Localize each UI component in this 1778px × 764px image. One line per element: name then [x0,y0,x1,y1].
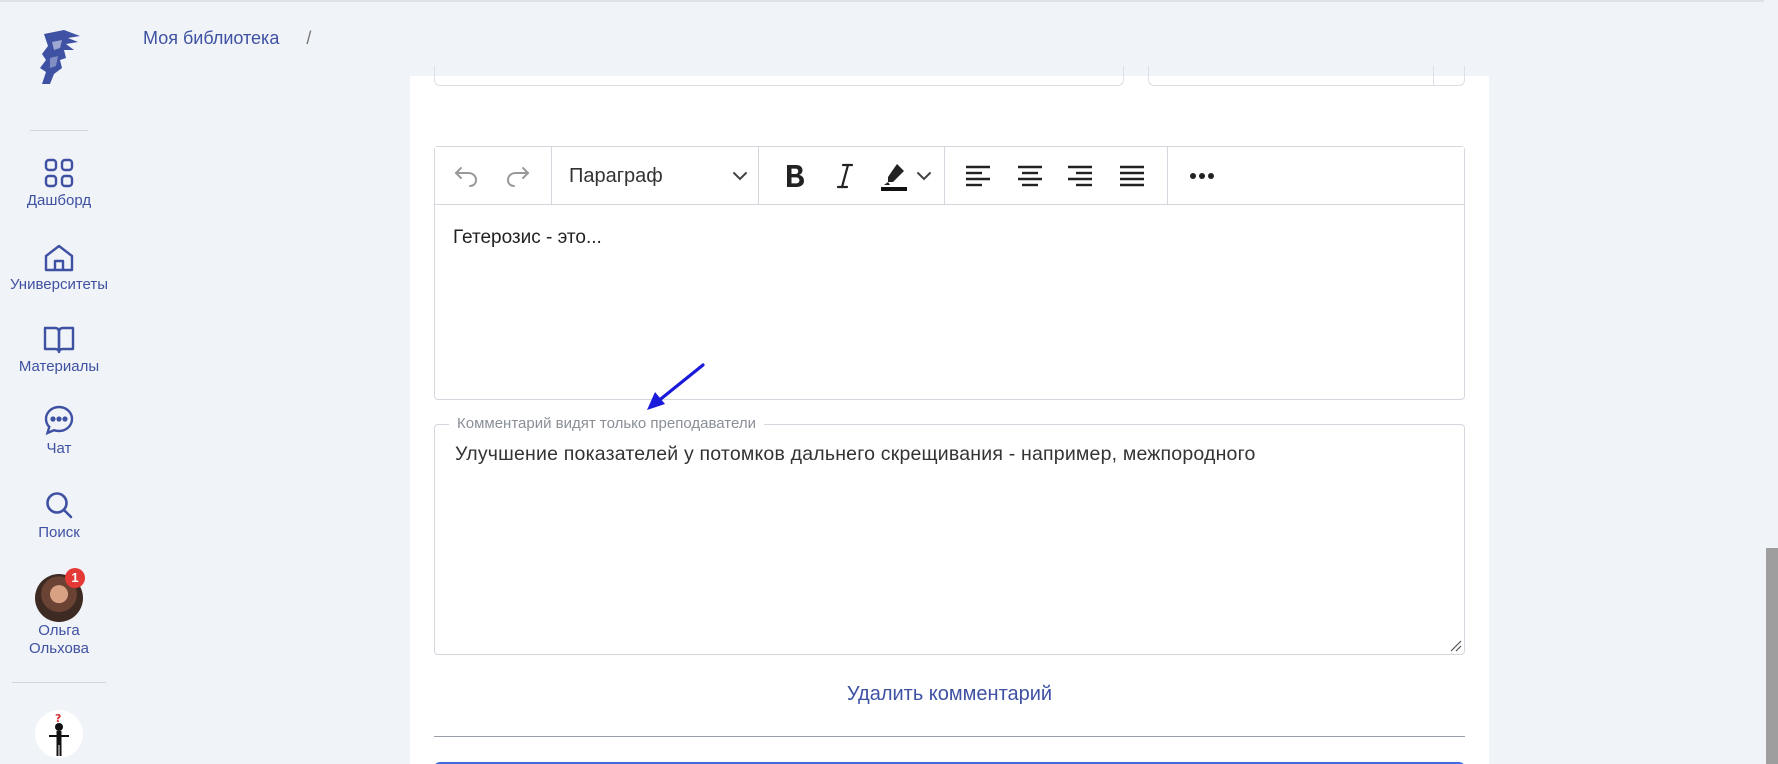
chat-icon [44,405,74,436]
section-divider [434,736,1465,737]
sidebar-item-label: Поиск [38,524,80,541]
breadcrumb: Моя библиотека / [143,28,311,49]
sidebar-item-label: Университеты [9,276,109,293]
toolbar-divider [1167,147,1168,205]
search-icon [46,492,73,519]
align-justify-button[interactable] [1115,159,1149,193]
toolbar-divider [944,147,945,205]
breadcrumb-library-link[interactable]: Моя библиотека [143,28,279,48]
user-first-name: Ольга [38,622,80,639]
toolbar-divider [551,147,552,205]
chevron-down-icon [733,172,747,181]
notification-badge: 1 [65,568,85,588]
align-right-icon [1068,165,1092,187]
sidebar-divider [30,130,88,131]
italic-icon [836,163,854,189]
align-center-icon [1018,165,1042,187]
paragraph-style-select[interactable]: Параграф [569,161,749,191]
comment-legend: Комментарий видят только преподаватели [449,415,764,432]
align-left-button[interactable] [961,159,995,193]
undo-icon [455,167,477,187]
redo-icon [507,167,529,187]
sidebar-item-dashboard[interactable]: Дашборд [0,158,118,209]
scrollbar-thumb[interactable] [1766,548,1778,764]
annotation-arrow-icon [647,363,705,410]
bold-icon [787,165,804,187]
previous-select-bottom [1148,66,1465,86]
sidebar-item-label: Дашборд [26,192,92,209]
more-options-button[interactable] [1185,159,1219,193]
sidebar-item-label: Материалы [18,358,100,375]
delete-comment-button[interactable]: Удалить комментарий [410,683,1489,706]
helper-figure-icon[interactable]: ? [35,710,83,758]
italic-button[interactable] [829,159,861,193]
more-dots-icon [1190,173,1214,179]
user-last-name: Ольхова [29,640,89,657]
sidebar-item-materials[interactable]: Материалы [0,324,118,375]
editor-toolbar: Параграф [435,147,1464,205]
highlighter-icon [881,164,907,191]
sidebar: Дашборд Университеты Материалы Чат Поиск… [0,0,118,764]
user-name[interactable]: Ольга Ольхова [0,622,118,658]
chevron-down-icon [917,172,931,181]
undo-button[interactable] [449,159,483,193]
align-right-button[interactable] [1063,159,1097,193]
align-justify-icon [1120,165,1144,187]
previous-field-bottom [434,66,1124,86]
toolbar-divider [758,147,759,205]
grid-icon [44,158,74,188]
main-card: Параграф Гетерозис - это... Комментарий … [410,66,1489,764]
top-border [0,0,1778,2]
sidebar-item-universities[interactable]: Университеты [0,244,118,293]
user-avatar[interactable]: 1 [35,568,85,622]
sidebar-divider [12,682,106,683]
align-center-button[interactable] [1013,159,1047,193]
paragraph-style-value: Параграф [569,164,663,187]
sidebar-item-label: Чат [46,440,72,457]
bold-button[interactable] [779,159,811,193]
editor-content[interactable]: Гетерозис - это... [435,205,1464,271]
svg-text:?: ? [55,712,61,725]
breadcrumb-separator: / [306,28,312,48]
sidebar-item-chat[interactable]: Чат [0,404,118,457]
resize-grip-icon[interactable] [1448,638,1462,652]
rich-text-editor: Параграф Гетерозис - это... [434,146,1465,400]
university-icon [44,244,74,272]
align-left-icon [966,165,990,187]
highlight-button[interactable] [877,159,911,193]
redo-button[interactable] [501,159,535,193]
comment-text: Улучшение показателей у потомков дальнег… [455,443,1256,465]
comment-textarea[interactable]: Комментарий видят только преподаватели У… [434,415,1465,655]
sidebar-item-search[interactable]: Поиск [0,490,118,541]
highlight-dropdown[interactable] [913,159,935,193]
warrior-head-logo[interactable] [34,28,86,84]
book-icon [43,326,75,354]
